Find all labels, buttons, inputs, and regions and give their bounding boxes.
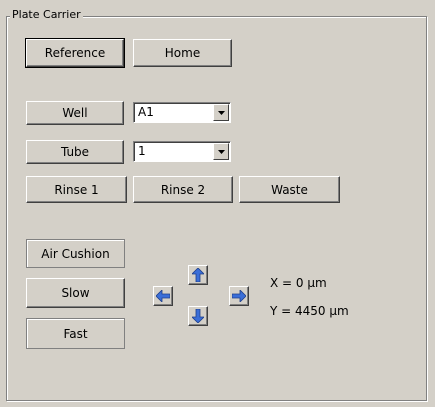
chevron-down-icon[interactable] — [213, 143, 229, 160]
well-button[interactable]: Well — [26, 101, 124, 125]
arrow-down-icon — [192, 309, 204, 323]
jog-right-button[interactable] — [229, 286, 249, 306]
jog-left-button[interactable] — [153, 286, 173, 306]
air-cushion-button[interactable]: Air Cushion — [26, 239, 125, 268]
tube-select[interactable]: 1 — [133, 141, 231, 162]
well-select[interactable]: A1 — [133, 102, 231, 123]
arrow-right-icon — [232, 290, 246, 302]
chevron-down-icon[interactable] — [213, 104, 229, 121]
y-position-readout: Y = 4450 µm — [270, 304, 349, 318]
rinse-2-button[interactable]: Rinse 2 — [133, 176, 233, 203]
tube-button[interactable]: Tube — [26, 140, 124, 164]
x-position-readout: X = 0 µm — [270, 276, 327, 290]
waste-button[interactable]: Waste — [239, 176, 340, 203]
home-button[interactable]: Home — [133, 39, 232, 67]
rinse-1-button[interactable]: Rinse 1 — [26, 176, 127, 203]
tube-select-value: 1 — [138, 144, 146, 158]
fast-button[interactable]: Fast — [26, 318, 125, 349]
slow-button[interactable]: Slow — [26, 278, 125, 308]
jog-up-button[interactable] — [188, 265, 208, 285]
arrow-left-icon — [156, 290, 170, 302]
plate-carrier-panel: Plate Carrier Reference Home Well A1 Tub… — [0, 0, 435, 407]
well-select-value: A1 — [138, 105, 154, 119]
group-title: Plate Carrier — [10, 8, 83, 22]
arrow-up-icon — [192, 268, 204, 282]
jog-down-button[interactable] — [188, 306, 208, 326]
reference-button[interactable]: Reference — [25, 38, 125, 68]
